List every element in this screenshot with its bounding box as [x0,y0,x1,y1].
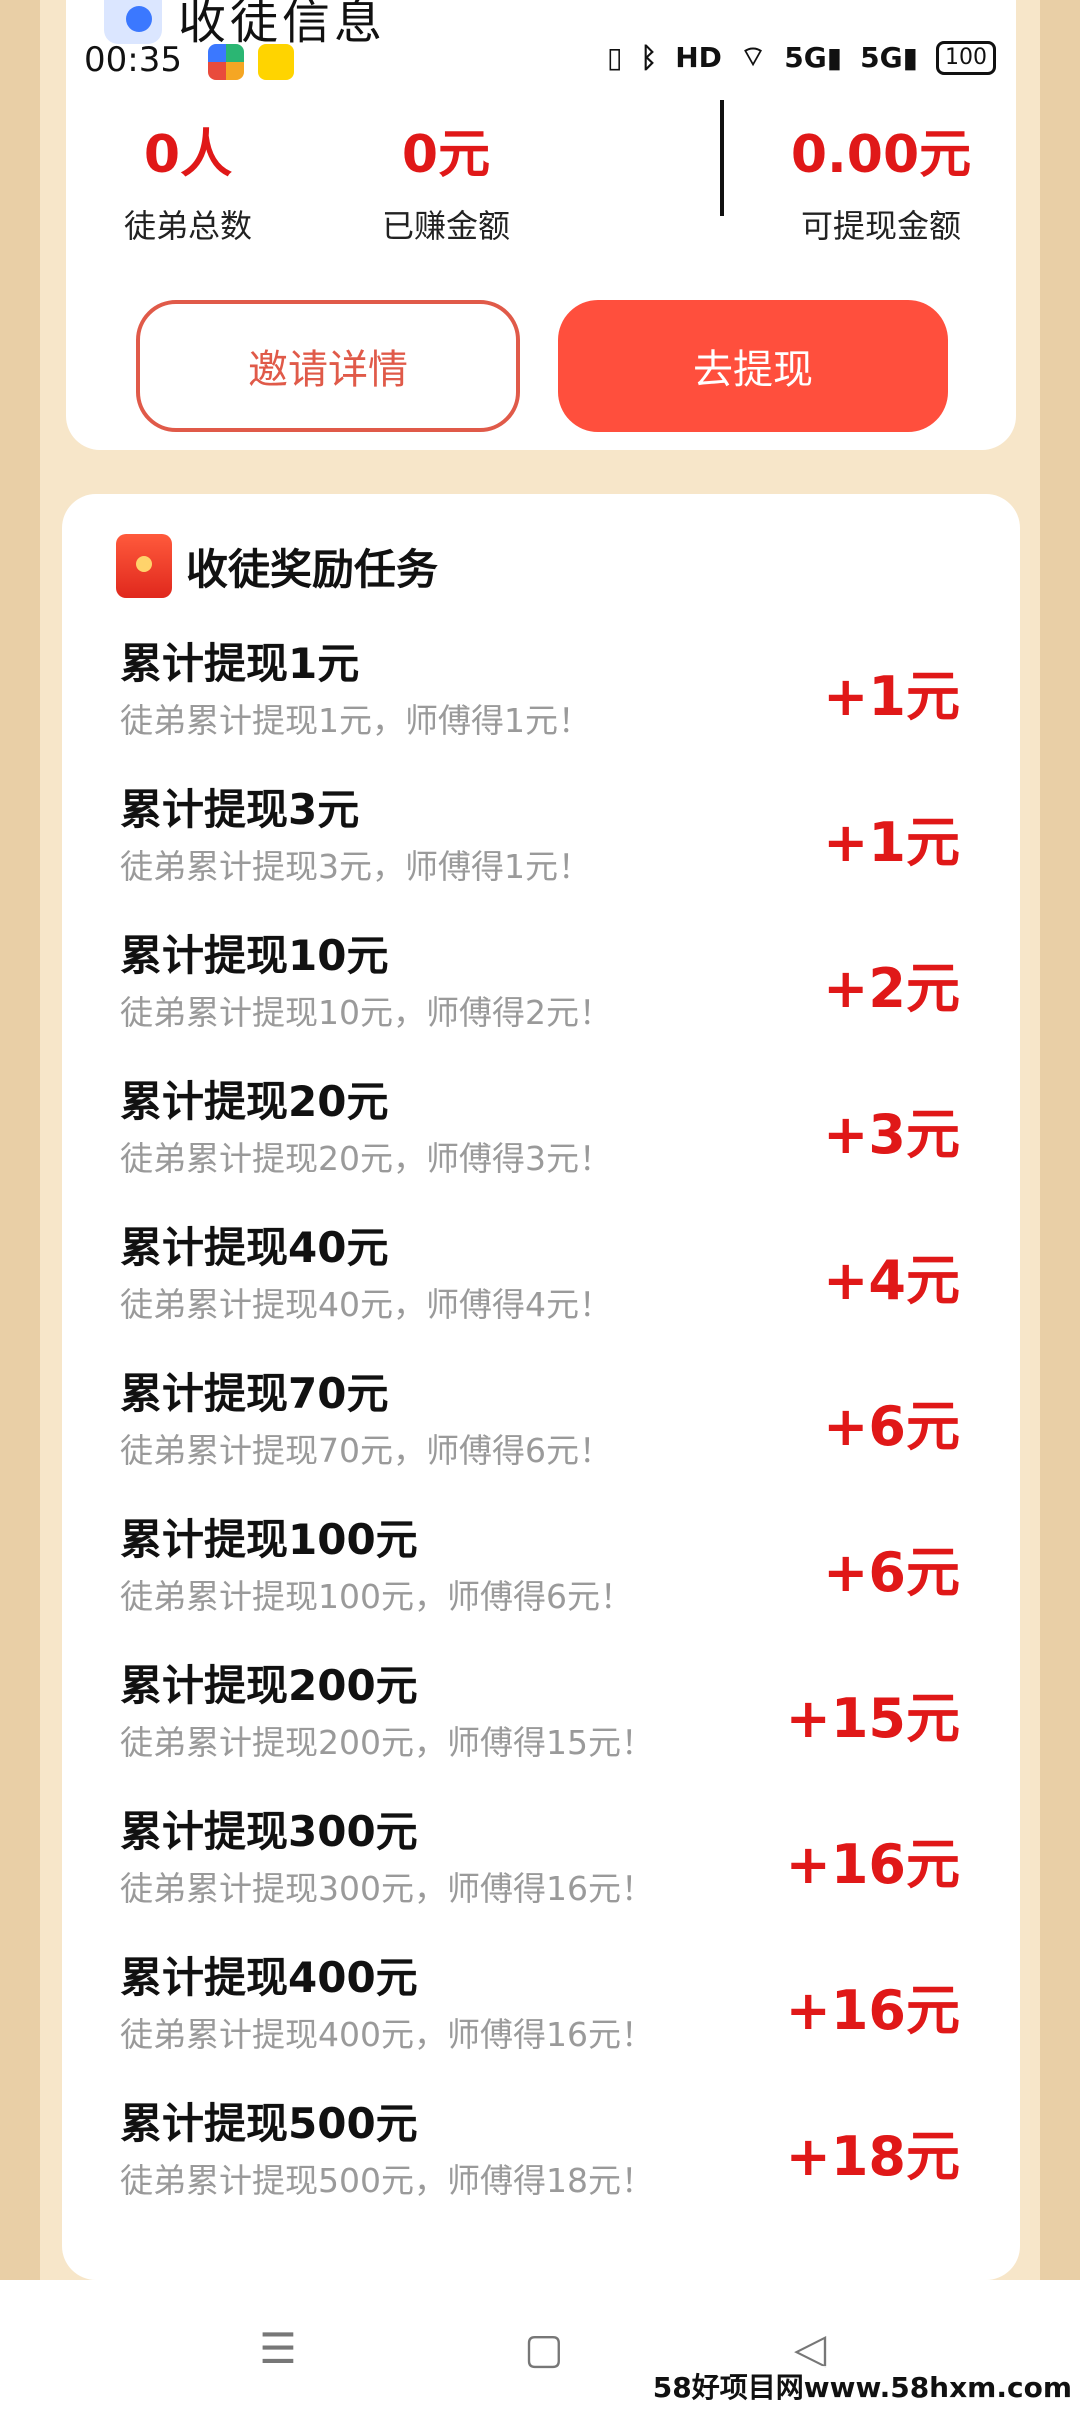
task-description: 徒弟累计提现200元，师傅得15元！ [120,1723,654,1762]
page-title: 收徒信息 [178,0,387,50]
menu-icon[interactable]: ☰ [248,2320,308,2376]
task-list: 累计提现1元 徒弟累计提现1元，师傅得1元！ +1元 累计提现3元 徒弟累计提现… [62,624,1020,2230]
task-item: 累计提现40元 徒弟累计提现40元，师傅得4元！ +4元 [62,1208,1020,1354]
stats-divider [720,100,724,216]
bluetooth-icon: ᛒ [640,41,658,74]
task-item: 累计提现400元 徒弟累计提现400元，师傅得16元！ +16元 [62,1938,1020,2084]
task-item: 累计提现500元 徒弟累计提现500元，师傅得18元！ +18元 [62,2084,1020,2230]
task-item: 累计提现1元 徒弟累计提现1元，师傅得1元！ +1元 [62,624,1020,770]
stat-value: 0元 [401,125,491,185]
task-item: 累计提现70元 徒弟累计提现70元，师傅得6元！ +6元 [62,1354,1020,1500]
stat-apprentice-count: 0人 徒弟总数 [88,112,288,247]
task-reward: +16元 [785,1979,960,2042]
status-icons: ▯ ᛒ HD ⌔ 5G▮ 5G▮ 100 [607,40,996,75]
system-nav-bar: ☰ ▢ ◁ 58好项目网www.58hxm.com [0,2280,1080,2412]
wifi-icon: ⌔ [739,40,767,73]
task-reward: +4元 [823,1249,960,1312]
stat-value: 0人 [143,125,233,185]
task-description: 徒弟累计提现40元，师傅得4元！ [120,1285,612,1324]
task-item: 累计提现300元 徒弟累计提现300元，师傅得16元！ +16元 [62,1792,1020,1938]
task-title: 累计提现10元 [120,931,389,980]
task-reward: +18元 [785,2125,960,2188]
task-title: 累计提现200元 [120,1661,418,1710]
invite-details-button[interactable]: 邀请详情 [136,300,520,432]
task-reward: +1元 [823,665,960,728]
withdraw-button[interactable]: 去提现 [558,300,948,432]
tasks-header: 收徒奖励任务 [116,534,438,598]
network-type: 5G [860,41,903,74]
task-item: 累计提现20元 徒弟累计提现20元，师傅得3元！ +3元 [62,1062,1020,1208]
network-type: 5G [784,41,827,74]
task-item: 累计提现10元 徒弟累计提现10元，师傅得2元！ +2元 [62,916,1020,1062]
task-title: 累计提现1元 [120,639,360,688]
tasks-title: 收徒奖励任务 [186,544,439,594]
task-item: 累计提现200元 徒弟累计提现200元，师傅得15元！ +15元 [62,1646,1020,1792]
hd-icon: HD [675,41,722,74]
task-reward: +6元 [823,1395,960,1458]
stat-earned-amount: 0元 已赚金额 [346,112,546,247]
reward-tasks-card: 收徒奖励任务 累计提现1元 徒弟累计提现1元，师傅得1元！ +1元 累计提现3元… [62,494,1020,2280]
battery-icon: 100 [936,40,996,75]
task-description: 徒弟累计提现70元，师傅得6元！ [120,1431,612,1470]
task-reward: +3元 [823,1103,960,1166]
task-description: 徒弟累计提现500元，师傅得18元！ [120,2161,654,2200]
status-time: 00:35 [84,40,182,80]
task-description: 徒弟累计提现400元，师傅得16元！ [120,2015,654,2054]
task-description: 徒弟累计提现300元，师傅得16元！ [120,1869,654,1908]
task-title: 累计提现40元 [120,1223,389,1272]
task-description: 徒弟累计提现20元，师傅得3元！ [120,1139,612,1178]
task-description: 徒弟累计提现1元，师傅得1元！ [120,701,591,740]
task-reward: +16元 [785,1833,960,1896]
page-header: 收徒信息 [104,0,386,50]
apprentice-info-icon [104,0,162,44]
stat-withdrawable-amount: 0.00元 可提现金额 [766,112,996,247]
task-reward: +6元 [823,1541,960,1604]
task-title: 累计提现70元 [120,1369,389,1418]
home-icon[interactable]: ▢ [514,2320,574,2376]
task-reward: +15元 [785,1687,960,1750]
stat-label: 徒弟总数 [123,207,252,245]
task-description: 徒弟累计提现10元，师傅得2元！ [120,993,612,1032]
stat-value: 0.00元 [790,125,972,185]
stat-label: 已赚金额 [381,207,510,245]
watermark: 58好项目网www.58hxm.com [652,2366,1072,2406]
5g-signal-icon: 5G▮ [860,41,918,74]
5g-signal-icon: 5G▮ [784,41,843,74]
red-packet-icon [116,534,172,598]
task-title: 累计提现300元 [120,1807,418,1856]
task-title: 累计提现20元 [120,1077,389,1126]
task-reward: +1元 [823,811,960,874]
task-title: 累计提现100元 [120,1515,418,1564]
task-title: 累计提现3元 [120,785,360,834]
task-title: 累计提现400元 [120,1953,418,2002]
task-item: 累计提现100元 徒弟累计提现100元，师傅得6元！ +6元 [62,1500,1020,1646]
stat-label: 可提现金额 [800,207,961,245]
task-item: 累计提现3元 徒弟累计提现3元，师傅得1元！ +1元 [62,770,1020,916]
task-description: 徒弟累计提现3元，师傅得1元！ [120,847,591,886]
task-reward: +2元 [823,957,960,1020]
vibrate-icon: ▯ [606,41,623,74]
task-title: 累计提现500元 [120,2099,418,2148]
task-description: 徒弟累计提现100元，师傅得6元！ [120,1577,633,1616]
